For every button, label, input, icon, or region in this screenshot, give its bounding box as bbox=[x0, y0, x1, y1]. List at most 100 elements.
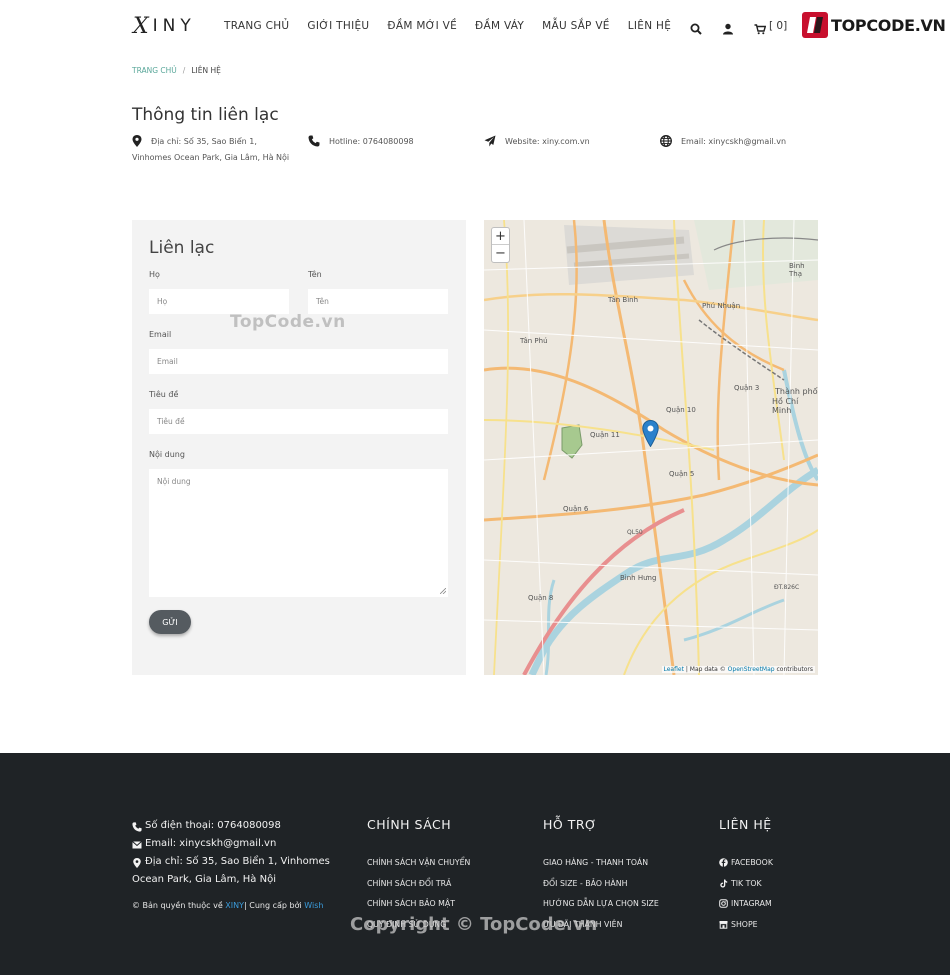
logo-text: INY bbox=[152, 16, 196, 36]
facebook-icon bbox=[719, 858, 728, 867]
map-label-quan-5: Quận 5 bbox=[669, 470, 695, 478]
leaflet-link[interactable]: Leaflet bbox=[664, 666, 684, 673]
map-label-phu-nhuan: Phú Nhuận bbox=[702, 302, 741, 310]
info-hotline-text: Hotline: 0764080098 bbox=[329, 137, 414, 146]
footer-contact: Số điện thoại: 0764080098 Email: xinycsk… bbox=[132, 817, 330, 889]
store-icon bbox=[719, 920, 728, 929]
paper-plane-icon bbox=[484, 135, 496, 147]
cart-icon bbox=[754, 20, 767, 35]
email-input[interactable]: Email bbox=[149, 349, 448, 374]
nav-item-dresses[interactable]: ĐẦM VÁY bbox=[475, 20, 524, 32]
footer-policy-title: CHÍNH SÁCH bbox=[367, 817, 452, 832]
cart-button[interactable]: [ 0] bbox=[754, 20, 788, 35]
copyright-brand-link[interactable]: XINY bbox=[225, 901, 244, 910]
footer-email: Email: xinycskh@gmail.vn bbox=[132, 835, 330, 853]
breadcrumb-home[interactable]: TRANG CHỦ bbox=[132, 66, 177, 75]
copyright-prefix: © Bản quyền thuộc về bbox=[132, 901, 226, 910]
envelope-icon bbox=[132, 839, 142, 849]
footer-address-line2: Ocean Park, Gia Lâm, Hà Nội bbox=[132, 874, 276, 885]
map-label-ql50: QL50 bbox=[627, 529, 643, 536]
info-email-text: Email: xinycskh@gmail.vn bbox=[681, 137, 787, 146]
main-nav: TRANG CHỦ GIỚI THIỆU ĐẦM MỚI VỀ ĐẦM VÁY … bbox=[224, 20, 689, 32]
copyright-watermark: Copyright © TopCode.vn bbox=[350, 914, 598, 935]
map-zoom-control: + − bbox=[491, 227, 510, 263]
osm-link[interactable]: OpenStreetMap bbox=[728, 666, 775, 673]
footer-contact-column: LIÊN HỆ FACEBOOK TIK TOK INTAGRAM SHOPE bbox=[719, 817, 773, 935]
zoom-in-button[interactable]: + bbox=[492, 228, 509, 245]
content-textarea[interactable]: Nội dung bbox=[149, 469, 448, 597]
last-name-label: Họ bbox=[149, 270, 160, 279]
nav-item-about[interactable]: GIỚI THIỆU bbox=[307, 20, 369, 32]
nav-item-home[interactable]: TRANG CHỦ bbox=[224, 20, 289, 32]
form-title: Liên lạc bbox=[149, 238, 215, 258]
map-label-quan-3: Quận 3 bbox=[734, 384, 760, 392]
subject-label: Tiêu đề bbox=[149, 390, 179, 399]
info-hotline: Hotline: 0764080098 bbox=[308, 134, 414, 150]
last-name-input[interactable]: Họ bbox=[149, 289, 289, 314]
content-label: Nội dung bbox=[149, 450, 185, 459]
nav-item-new-dresses[interactable]: ĐẦM MỚI VỀ bbox=[387, 20, 457, 32]
user-icon[interactable] bbox=[722, 20, 734, 35]
site-footer: Số điện thoại: 0764080098 Email: xinycsk… bbox=[0, 753, 950, 975]
nav-item-coming-soon[interactable]: MẪU SẮP VỀ bbox=[542, 20, 610, 32]
nav-item-contact[interactable]: LIÊN HỆ bbox=[628, 20, 671, 32]
site-header: X INY TRANG CHỦ GIỚI THIỆU ĐẦM MỚI VỀ ĐẦ… bbox=[0, 0, 950, 54]
support-link-delivery-payment[interactable]: GIAO HÀNG - THANH TOÁN bbox=[543, 852, 659, 873]
watermark: TopCode.vn bbox=[230, 312, 346, 332]
globe-icon bbox=[660, 135, 672, 147]
logo-mark: X bbox=[133, 13, 149, 39]
social-link-facebook[interactable]: FACEBOOK bbox=[719, 852, 773, 873]
map-label-quan-8: Quận 8 bbox=[528, 594, 554, 602]
header-actions: [ 0] bbox=[690, 20, 788, 35]
footer-contact-title: LIÊN HỆ bbox=[719, 817, 772, 832]
map-marker-icon[interactable] bbox=[642, 420, 659, 447]
info-address-text: Địa chỉ: Số 35, Sao Biển 1, Vinhomes Oce… bbox=[132, 137, 290, 162]
social-link-tiktok[interactable]: TIK TOK bbox=[719, 873, 773, 894]
info-website-text: Website: xiny.com.vn bbox=[505, 137, 590, 146]
attribution-text: | Map data © bbox=[683, 666, 728, 673]
submit-button[interactable]: GỬI bbox=[149, 610, 191, 634]
first-name-label: Tên bbox=[308, 270, 322, 279]
breadcrumb-current: LIÊN HỆ bbox=[191, 66, 221, 75]
contact-info-title: Thông tin liên lạc bbox=[132, 105, 279, 125]
map-tiles bbox=[484, 220, 818, 675]
social-facebook-label: FACEBOOK bbox=[731, 857, 773, 867]
support-link-size-guide[interactable]: HƯỚNG DẪN LỰA CHỌN SIZE bbox=[543, 894, 659, 915]
email-label: Email bbox=[149, 330, 172, 339]
map-label-binh-hung: Bình Hưng bbox=[620, 574, 657, 582]
map-label-dt826c: ĐT.826C bbox=[774, 584, 800, 591]
resize-handle-icon[interactable] bbox=[440, 588, 446, 594]
footer-address-line1: Địa chỉ: Số 35, Sao Biển 1, Vinhomes bbox=[145, 856, 330, 867]
cart-count: [ 0] bbox=[769, 20, 788, 32]
topcode-logo-icon bbox=[802, 12, 828, 38]
footer-phone: Số điện thoại: 0764080098 bbox=[132, 817, 330, 835]
breadcrumb-separator: / bbox=[182, 66, 186, 75]
map-label-thanh-pho: Thành phố bbox=[775, 387, 818, 396]
first-name-input[interactable]: Tên bbox=[308, 289, 448, 314]
info-address: Địa chỉ: Số 35, Sao Biển 1, Vinhomes Oce… bbox=[132, 134, 292, 165]
map-label-tan-phu: Tân Phú bbox=[520, 337, 548, 345]
support-link-size-exchange[interactable]: ĐỔI SIZE - BẢO HÀNH bbox=[543, 873, 659, 894]
search-icon[interactable] bbox=[690, 20, 702, 35]
policy-link-returns[interactable]: CHÍNH SÁCH ĐỔI TRẢ bbox=[367, 873, 470, 894]
topcode-badge: TOPCODE.VN bbox=[802, 12, 946, 38]
zoom-out-button[interactable]: − bbox=[492, 245, 509, 262]
attribution-end: contributors bbox=[774, 666, 814, 673]
phone-icon bbox=[308, 135, 320, 147]
footer-copyright: © Bản quyền thuộc về XINY| Cung cấp bởi … bbox=[132, 901, 323, 910]
map[interactable]: Tân Bình Phú Nhuận Tân Phú Quận 3 Quận 1… bbox=[484, 220, 818, 675]
policy-link-privacy[interactable]: CHÍNH SÁCH BẢO MẬT bbox=[367, 894, 470, 915]
copyright-provider-link[interactable]: Wish bbox=[304, 901, 323, 910]
social-link-instagram[interactable]: INTAGRAM bbox=[719, 894, 773, 915]
social-link-shopee[interactable]: SHOPE bbox=[719, 914, 773, 935]
tiktok-icon bbox=[719, 879, 728, 888]
topcode-badge-text: TOPCODE.VN bbox=[831, 15, 946, 35]
policy-link-shipping[interactable]: CHÍNH SÁCH VẬN CHUYỂN bbox=[367, 852, 470, 873]
map-label-ho-chi-minh: Hồ Chí Minh bbox=[772, 397, 799, 415]
map-label-quan-10: Quận 10 bbox=[666, 406, 696, 414]
subject-input[interactable]: Tiêu đề bbox=[149, 409, 448, 434]
logo[interactable]: X INY bbox=[133, 12, 196, 40]
social-instagram-label: INTAGRAM bbox=[731, 899, 772, 909]
map-label-binh-thanh: Bình Thạ bbox=[789, 262, 805, 278]
map-label-quan-11: Quận 11 bbox=[590, 431, 620, 439]
